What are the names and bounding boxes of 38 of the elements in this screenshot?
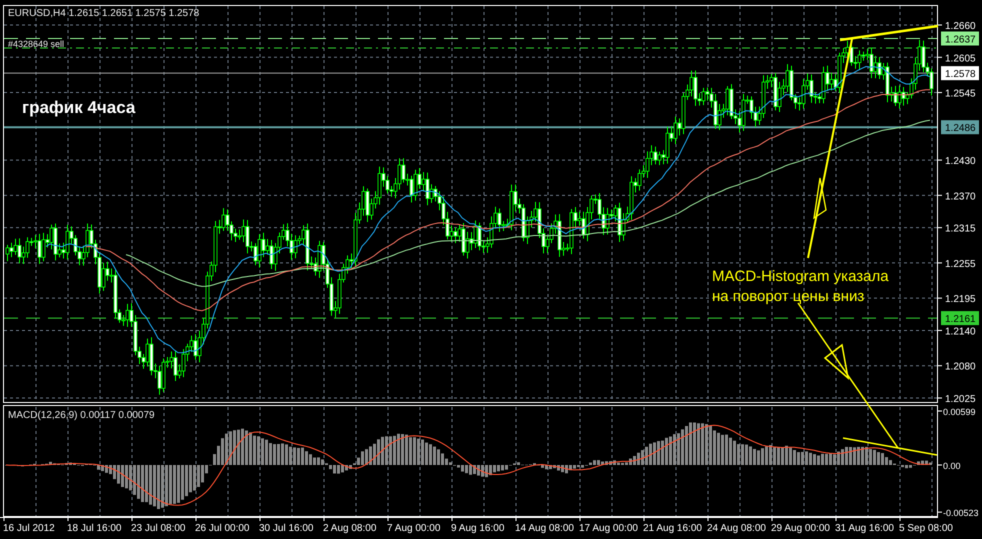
time-label: 7 Aug 00:00 xyxy=(387,523,440,534)
time-label: 2 Aug 08:00 xyxy=(323,523,376,534)
price-label: 1.2315 xyxy=(945,224,976,235)
indicator-value-label: 0.00 xyxy=(943,461,961,471)
price-label: 1.2080 xyxy=(945,362,976,373)
price-label: 1.2370 xyxy=(945,191,976,202)
time-label: 17 Aug 00:00 xyxy=(579,523,638,534)
price-marker: 1.2578 xyxy=(941,66,979,80)
time-label: 26 Jul 00:00 xyxy=(195,523,250,534)
indicator-value-label: -0.00523 xyxy=(943,508,979,518)
price-label: 1.2545 xyxy=(945,88,976,100)
time-label: 29 Aug 00:00 xyxy=(771,523,830,534)
price-marker: 1.2161 xyxy=(941,311,979,326)
time-label: 16 Jul 2012 xyxy=(3,523,55,534)
price-label: 1.2195 xyxy=(945,294,976,306)
price-marker: 1.2486 xyxy=(941,120,979,134)
time-label: 23 Jul 08:00 xyxy=(131,523,186,534)
price-label: 1.2660 xyxy=(945,21,976,32)
time-label: 21 Aug 16:00 xyxy=(643,523,702,534)
price-label: 1.2605 xyxy=(945,53,976,64)
time-label: 9 Aug 16:00 xyxy=(451,523,504,534)
price-marker: 1.2637 xyxy=(941,32,979,46)
indicator-label: MACD(12,26,9) 0.00117 0.00079 xyxy=(8,410,155,421)
indicator-value-label: 0.00599 xyxy=(943,407,976,417)
price-label: 1.2140 xyxy=(945,326,976,338)
time-label: 24 Aug 08:00 xyxy=(707,523,766,534)
order-label: #4328649 sell xyxy=(8,39,64,49)
time-label: 5 Sep 08:00 xyxy=(899,523,953,534)
chart-caption: график 4часа xyxy=(22,98,136,117)
time-label: 14 Aug 08:00 xyxy=(515,523,574,534)
price-label: 1.2025 xyxy=(945,394,976,405)
time-label: 18 Jul 16:00 xyxy=(67,523,122,534)
price-label: 1.2255 xyxy=(945,258,976,270)
time-label: 31 Aug 16:00 xyxy=(835,523,894,534)
time-label: 30 Jul 16:00 xyxy=(259,523,314,534)
chart-header: EURUSD,H4 1.2615 1.2651 1.2575 1.2578 xyxy=(8,8,200,19)
annotation-text: MACD-Histogram указала на поворот цены вниз xyxy=(712,268,889,305)
price-label: 1.2430 xyxy=(945,156,976,168)
